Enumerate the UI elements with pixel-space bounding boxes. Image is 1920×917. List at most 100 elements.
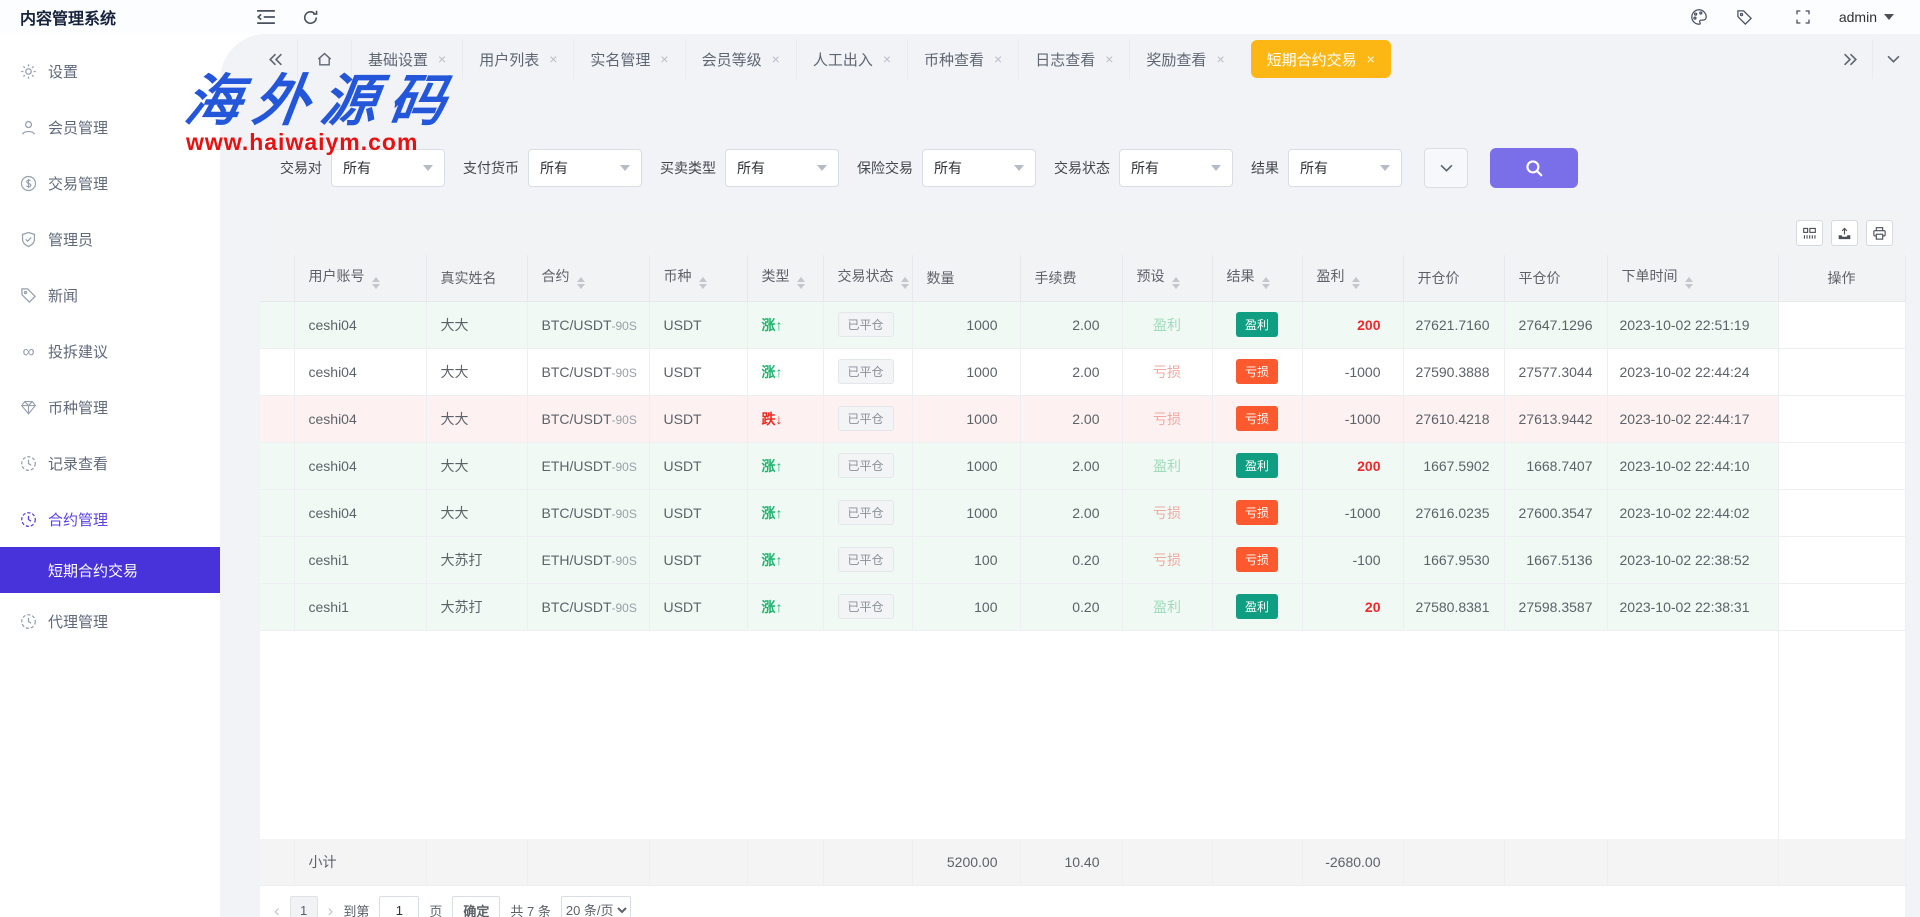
confirm-button[interactable]: 确定	[452, 896, 500, 917]
sidebar-item-7[interactable]: 记录查看	[0, 435, 220, 491]
sort-icon[interactable]	[372, 277, 380, 289]
print-icon[interactable]	[1866, 220, 1893, 246]
tab-1[interactable]: 用户列表×	[463, 39, 573, 79]
tabs-menu-icon[interactable]	[1872, 39, 1914, 79]
tab-close-icon[interactable]: ×	[1216, 51, 1224, 67]
cell-close-price: 27600.3547	[1504, 489, 1607, 536]
cell-index	[260, 301, 294, 348]
column-header-1[interactable]: 用户账号	[294, 255, 426, 301]
tab-close-icon[interactable]: ×	[438, 51, 446, 67]
tab-4[interactable]: 人工出入×	[797, 39, 907, 79]
cell-result: 亏损	[1212, 536, 1302, 583]
tab-7[interactable]: 奖励查看×	[1130, 39, 1240, 79]
sort-icon[interactable]	[1172, 277, 1180, 289]
tab-8[interactable]: 短期合约交易×	[1251, 40, 1391, 78]
cell-close-price: 1667.5136	[1504, 536, 1607, 583]
per-page-select[interactable]: 20 条/页	[561, 896, 631, 917]
column-header-6[interactable]: 交易状态	[823, 255, 912, 301]
cell-result: 盈利	[1212, 583, 1302, 630]
sidebar-item-8[interactable]: 合约管理	[0, 491, 220, 547]
filter-select-1[interactable]: 所有	[528, 149, 642, 187]
sort-icon[interactable]	[797, 277, 805, 289]
export-icon[interactable]	[1831, 220, 1858, 246]
tab-close-icon[interactable]: ×	[660, 51, 668, 67]
home-tab-icon[interactable]	[298, 39, 351, 79]
sidebar-item-9-active[interactable]: 短期合约交易	[0, 547, 220, 593]
column-header-5[interactable]: 类型	[747, 255, 823, 301]
expand-filters-button[interactable]	[1424, 148, 1468, 188]
tab-2[interactable]: 实名管理×	[574, 39, 684, 79]
current-page-button[interactable]: 1	[290, 896, 318, 917]
column-header-14[interactable]: 下单时间	[1607, 255, 1778, 301]
admin-menu[interactable]: admin	[1839, 9, 1894, 25]
tab-5[interactable]: 币种查看×	[908, 39, 1018, 79]
tab-close-icon[interactable]: ×	[1367, 51, 1375, 67]
sidebar-item-0[interactable]: 设置	[0, 43, 220, 99]
sidebar-item-4[interactable]: 新闻	[0, 267, 220, 323]
sidebar-item-6[interactable]: 币种管理	[0, 379, 220, 435]
cell-fee: 0.20	[1020, 536, 1122, 583]
sidebar-item-label: 投拆建议	[48, 341, 108, 362]
search-button[interactable]	[1490, 148, 1578, 188]
cell-result: 亏损	[1212, 348, 1302, 395]
cell-contract: BTC/USDT-90S	[527, 489, 649, 536]
tab-6[interactable]: 日志查看×	[1019, 39, 1129, 79]
cell-account: ceshi04	[294, 301, 426, 348]
sort-icon[interactable]	[1352, 277, 1360, 289]
sort-icon[interactable]	[1262, 277, 1270, 289]
filter-bar: 交易对所有支付货币所有买卖类型所有保险交易所有交易状态所有结果所有	[280, 148, 1578, 188]
page-input[interactable]	[379, 896, 419, 917]
tab-close-icon[interactable]: ×	[549, 51, 557, 67]
tab-close-icon[interactable]: ×	[772, 51, 780, 67]
filter-select-0[interactable]: 所有	[331, 149, 445, 187]
sidebar-item-label: 会员管理	[48, 117, 108, 138]
cell-preset: 亏损	[1122, 489, 1212, 536]
sidebar-item-5[interactable]: ∞投拆建议	[0, 323, 220, 379]
total-count-label: 共 7 条	[510, 901, 550, 917]
filter-select-5[interactable]: 所有	[1288, 149, 1402, 187]
sort-icon[interactable]	[1685, 277, 1693, 289]
sidebar-item-1[interactable]: 会员管理	[0, 99, 220, 155]
theme-palette-icon[interactable]	[1690, 8, 1708, 26]
column-header-11[interactable]: 盈利	[1302, 255, 1403, 301]
gem-icon	[20, 399, 37, 416]
column-header-3[interactable]: 合约	[527, 255, 649, 301]
cell-preset: 盈利	[1122, 442, 1212, 489]
cell-profit: -1000	[1302, 395, 1403, 442]
sidebar-collapse-icon[interactable]	[256, 9, 276, 25]
fullscreen-icon[interactable]	[1795, 9, 1811, 25]
tab-3[interactable]: 会员等级×	[686, 39, 796, 79]
column-header-9[interactable]: 预设	[1122, 255, 1212, 301]
column-header-10[interactable]: 结果	[1212, 255, 1302, 301]
sort-icon[interactable]	[577, 277, 585, 289]
tag-icon[interactable]	[1736, 9, 1753, 26]
cell-close-price: 27598.3587	[1504, 583, 1607, 630]
tabs-scroll-left-icon[interactable]	[254, 39, 297, 79]
sidebar-item-10[interactable]: 代理管理	[0, 593, 220, 649]
cell-profit: -100	[1302, 536, 1403, 583]
table-row-1: ceshi04大大BTC/USDT-90SUSDT涨↑已平仓10002.00亏损…	[260, 348, 1905, 395]
refresh-icon[interactable]	[302, 9, 319, 26]
sort-icon[interactable]	[901, 277, 909, 289]
sidebar-item-2[interactable]: 交易管理	[0, 155, 220, 211]
next-page-button[interactable]: ›	[328, 902, 334, 917]
sort-icon[interactable]	[699, 277, 707, 289]
sidebar-item-label: 记录查看	[48, 453, 108, 474]
filter-select-3[interactable]: 所有	[922, 149, 1036, 187]
column-header-4[interactable]: 币种	[649, 255, 747, 301]
prev-page-button[interactable]: ‹	[274, 902, 280, 917]
tab-close-icon[interactable]: ×	[883, 51, 891, 67]
app-title: 内容管理系统	[0, 5, 238, 29]
status-badge: 已平仓	[838, 312, 894, 337]
filter-select-2[interactable]: 所有	[725, 149, 839, 187]
filter-select-4[interactable]: 所有	[1119, 149, 1233, 187]
tab-close-icon[interactable]: ×	[994, 51, 1002, 67]
columns-icon[interactable]	[1796, 220, 1823, 246]
tab-close-icon[interactable]: ×	[1105, 51, 1113, 67]
tabs-scroll-right-icon[interactable]	[1829, 39, 1872, 79]
cell-fee: 0.20	[1020, 583, 1122, 630]
tab-0[interactable]: 基础设置×	[352, 39, 462, 79]
sidebar-item-3[interactable]: 管理员	[0, 211, 220, 267]
cell-open-price: 27580.8381	[1403, 583, 1504, 630]
caret-down-icon	[817, 165, 827, 171]
